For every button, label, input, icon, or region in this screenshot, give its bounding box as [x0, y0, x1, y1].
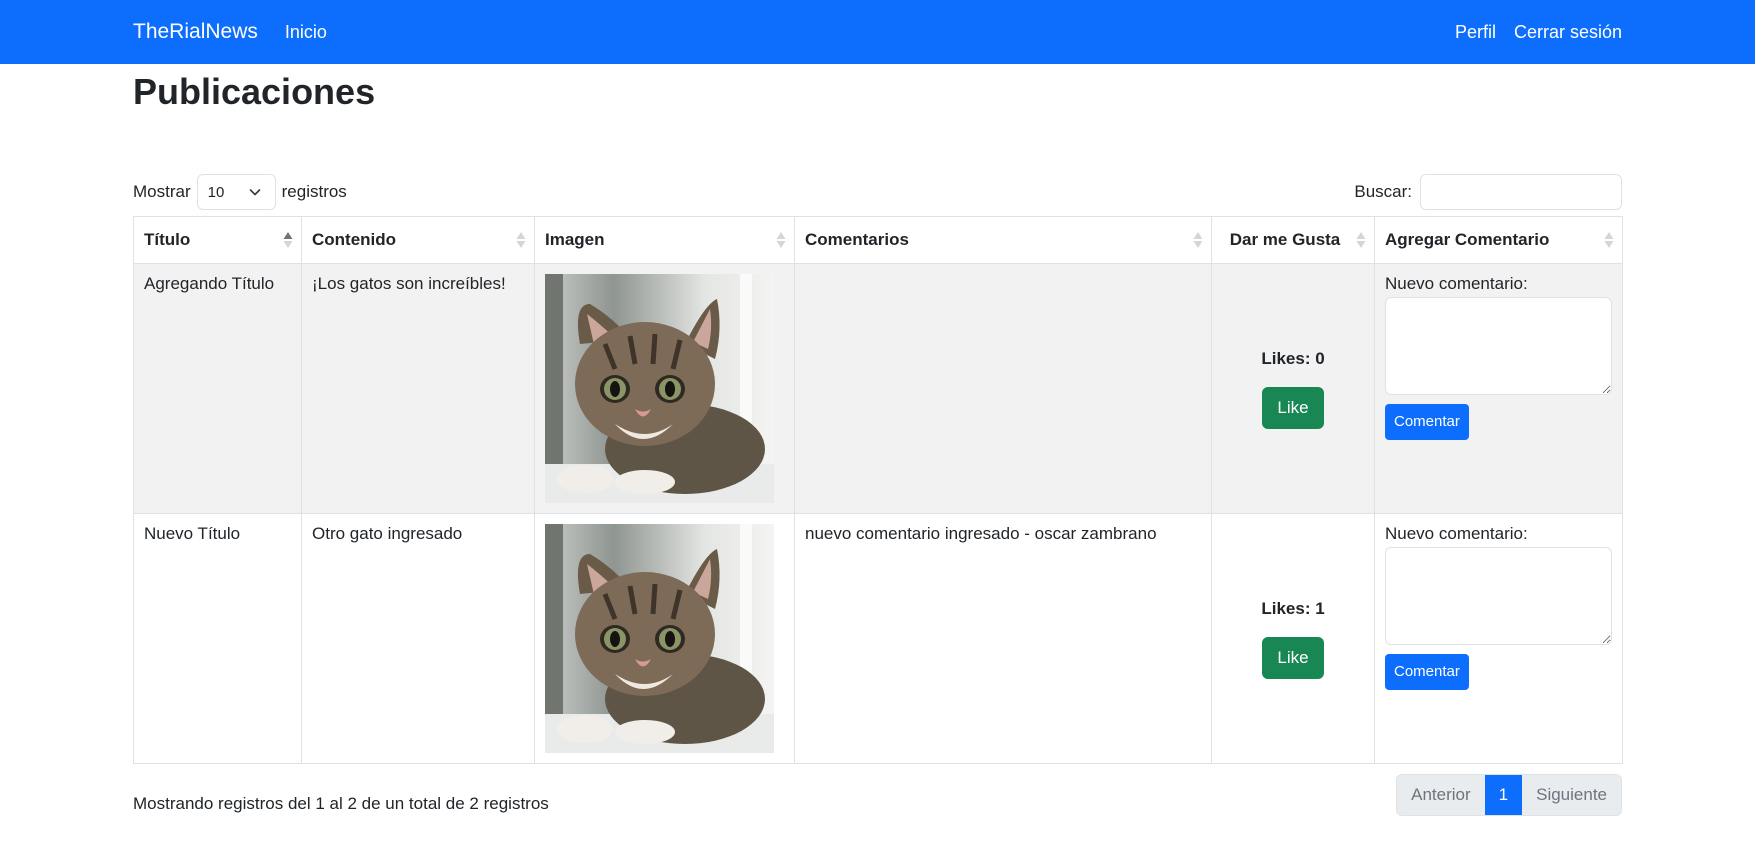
column-header-add-comment[interactable]: Agregar Comentario [1374, 216, 1623, 264]
column-header-label: Contenido [312, 230, 397, 249]
main-container: Publicaciones Mostrar 10 registros Busca… [133, 68, 1623, 816]
column-header-image[interactable]: Imagen [534, 216, 795, 264]
search-label: Buscar: [1354, 182, 1412, 201]
records-label: registros [281, 182, 347, 201]
nav-home-link[interactable]: Inicio [285, 22, 327, 43]
sort-icon [1193, 232, 1203, 248]
new-comment-label: Nuevo comentario: [1385, 524, 1528, 543]
kitten-photo [545, 274, 774, 503]
table-controls: Mostrar 10 registros Buscar: [133, 174, 1622, 210]
nav-logout-link[interactable]: Cerrar sesión [1514, 22, 1622, 43]
like-button[interactable]: Like [1262, 636, 1324, 679]
pagination-previous[interactable]: Anterior [1397, 775, 1485, 815]
chevron-down-icon [249, 189, 260, 196]
pagination-next[interactable]: Siguiente [1522, 775, 1621, 815]
comment-textarea[interactable] [1385, 547, 1612, 645]
brand-link[interactable]: TheRialNews [133, 20, 258, 44]
cell-title: Agregando Título [133, 263, 302, 514]
cell-add-comment: Nuevo comentario: Comentar [1374, 513, 1623, 764]
table-info: Mostrando registros del 1 al 2 de un tot… [133, 794, 549, 813]
nav-right: Perfil Cerrar sesión [1455, 22, 1622, 43]
cell-likes: Likes: 1 Like [1211, 513, 1375, 764]
cell-add-comment: Nuevo comentario: Comentar [1374, 263, 1623, 514]
column-header-likes[interactable]: Dar me Gusta [1211, 216, 1375, 264]
like-button[interactable]: Like [1262, 386, 1324, 429]
new-comment-label: Nuevo comentario: [1385, 274, 1528, 293]
table-row: Agregando Título ¡Los gatos son increíbl… [133, 263, 1623, 514]
likes-count: Likes: 0 [1261, 348, 1325, 368]
column-header-label: Comentarios [805, 230, 909, 249]
column-header-label: Imagen [545, 230, 605, 249]
table-row: Nuevo Título Otro gato ingresado nuevo c… [133, 513, 1623, 764]
cell-content: Otro gato ingresado [301, 513, 535, 764]
navbar: TheRialNews Inicio Perfil Cerrar sesión [0, 0, 1755, 64]
cell-comments [794, 263, 1212, 514]
search-control: Buscar: [1354, 174, 1622, 210]
sort-icon [516, 232, 526, 248]
nav-profile-link[interactable]: Perfil [1455, 22, 1496, 43]
sort-ascending-icon [283, 232, 293, 248]
column-header-content[interactable]: Contenido [301, 216, 535, 264]
cell-likes: Likes: 0 Like [1211, 263, 1375, 514]
cell-comments: nuevo comentario ingresado - oscar zambr… [794, 513, 1212, 764]
sort-icon [1604, 232, 1614, 248]
column-header-label: Agregar Comentario [1385, 230, 1550, 249]
page-length-control: Mostrar 10 registros [133, 174, 347, 210]
table-header-row: Título Contenido Imagen Comentarios Dar … [133, 216, 1623, 264]
comment-submit-button[interactable]: Comentar [1385, 654, 1469, 690]
column-header-label: Dar me Gusta [1229, 230, 1341, 249]
search-input[interactable] [1420, 174, 1622, 210]
comment-textarea[interactable] [1385, 297, 1612, 395]
pagination-page-1[interactable]: 1 [1484, 775, 1523, 815]
table-footer: Mostrando registros del 1 al 2 de un tot… [133, 774, 1622, 816]
page-length-value: 10 [207, 183, 225, 201]
column-header-comments[interactable]: Comentarios [794, 216, 1212, 264]
page-title: Publicaciones [133, 71, 376, 112]
posts-table: Título Contenido Imagen Comentarios Dar … [133, 216, 1623, 764]
sort-icon [776, 232, 786, 248]
sort-icon [1356, 232, 1366, 248]
pagination: Anterior 1 Siguiente [1396, 774, 1622, 816]
show-label: Mostrar [133, 182, 191, 201]
likes-count: Likes: 1 [1261, 598, 1325, 618]
cell-image [534, 513, 795, 764]
column-header-title[interactable]: Título [133, 216, 302, 264]
column-header-label: Título [144, 230, 191, 249]
page-length-select[interactable]: 10 [196, 174, 276, 210]
kitten-photo [545, 524, 774, 753]
cell-content: ¡Los gatos son increíbles! [301, 263, 535, 514]
comment-submit-button[interactable]: Comentar [1385, 404, 1469, 440]
cell-image [534, 263, 795, 514]
cell-title: Nuevo Título [133, 513, 302, 764]
